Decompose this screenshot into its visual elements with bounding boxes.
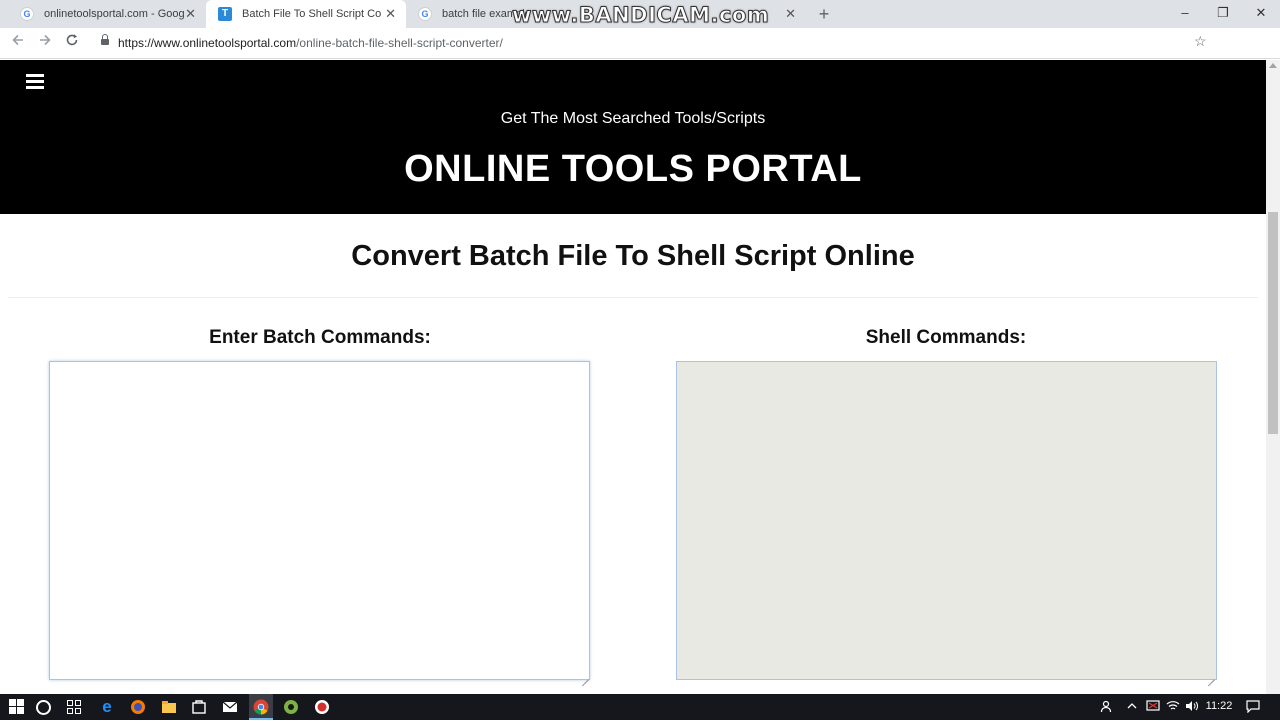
hamburger-menu-icon[interactable] (26, 74, 44, 89)
page-scrollbar[interactable] (1266, 60, 1280, 694)
arrow-right-icon (40, 34, 51, 46)
cortana-search-icon[interactable] (36, 700, 51, 715)
new-tab-button[interactable]: + (814, 2, 834, 26)
input-label: Enter Batch Commands: (209, 327, 431, 348)
bandicam-watermark: www.BANDICAM.com (511, 3, 770, 28)
batch-commands-input[interactable] (49, 361, 590, 680)
tab-close-icon[interactable]: ✕ (785, 0, 796, 28)
chevron-up-icon[interactable] (1126, 700, 1138, 715)
resize-grip-icon[interactable] (580, 671, 589, 680)
chrome-icon[interactable] (249, 698, 273, 720)
lock-icon[interactable] (101, 34, 109, 46)
network-alert-icon[interactable] (1146, 700, 1160, 715)
minimize-button[interactable]: – (1166, 0, 1204, 28)
mail-icon[interactable] (221, 698, 239, 716)
tab-google-search[interactable]: G onlinetoolsportal.com - Google S ✕ (8, 0, 206, 28)
bookmark-star-icon[interactable]: ☆ (1194, 33, 1207, 50)
browser-toolbar: https://www.onlinetoolsportal.com/online… (0, 28, 1280, 59)
site-favicon-icon: T (218, 7, 232, 21)
reload-button[interactable] (61, 32, 83, 54)
page-title: Convert Batch File To Shell Script Onlin… (351, 240, 915, 272)
google-favicon-icon: G (418, 7, 432, 21)
scrollbar-thumb[interactable] (1268, 212, 1278, 434)
scroll-up-icon[interactable] (1269, 63, 1277, 68)
windows-taskbar: e 11:22 (0, 694, 1280, 720)
browser-tab-strip: G onlinetoolsportal.com - Google S ✕ T B… (0, 0, 1280, 28)
url-host: https://www.onlinetoolsportal.com (118, 36, 297, 50)
taskbar-clock[interactable]: 11:22 (1200, 700, 1238, 712)
tab-title: Batch File To Shell Script Convert (242, 8, 382, 20)
wifi-icon[interactable] (1166, 700, 1180, 715)
tab-title: onlinetoolsportal.com - Google S (44, 8, 184, 20)
tab-close-icon[interactable]: ✕ (385, 0, 396, 28)
site-brand[interactable]: ONLINE TOOLS PORTAL (0, 148, 1266, 191)
tab-batch-converter[interactable]: T Batch File To Shell Script Convert ✕ (206, 0, 406, 28)
site-tagline: Get The Most Searched Tools/Scripts (500, 110, 766, 127)
site-header: Get The Most Searched Tools/Scripts ONLI… (0, 60, 1266, 214)
arrow-left-icon (12, 34, 23, 46)
tab-close-icon[interactable]: ✕ (185, 0, 196, 28)
volume-icon[interactable] (1185, 700, 1199, 715)
store-icon[interactable] (190, 698, 208, 716)
resize-grip-icon[interactable] (1206, 671, 1215, 680)
task-view-icon[interactable] (66, 698, 84, 716)
reload-icon (66, 34, 78, 46)
people-icon[interactable] (1100, 700, 1114, 717)
google-favicon-icon: G (20, 7, 34, 21)
back-button[interactable] (7, 32, 29, 54)
maximize-button[interactable]: ❐ (1204, 0, 1242, 28)
close-window-button[interactable]: ✕ (1242, 0, 1280, 28)
file-explorer-icon[interactable] (160, 698, 178, 716)
bandicam-icon[interactable] (313, 698, 331, 716)
page-viewport: Get The Most Searched Tools/Scripts ONLI… (0, 60, 1266, 694)
edge-icon[interactable]: e (98, 698, 116, 716)
address-bar[interactable]: https://www.onlinetoolsportal.com/online… (118, 36, 503, 50)
forward-button[interactable] (34, 32, 56, 54)
shell-commands-output[interactable] (676, 361, 1217, 680)
url-path: /online-batch-file-shell-script-converte… (296, 36, 503, 50)
firefox-icon[interactable] (129, 698, 147, 716)
output-label: Shell Commands: (865, 327, 1027, 348)
title-divider (8, 297, 1258, 298)
windows-start-icon[interactable] (9, 698, 27, 716)
action-center-icon[interactable] (1246, 700, 1260, 716)
android-studio-icon[interactable] (282, 698, 300, 716)
